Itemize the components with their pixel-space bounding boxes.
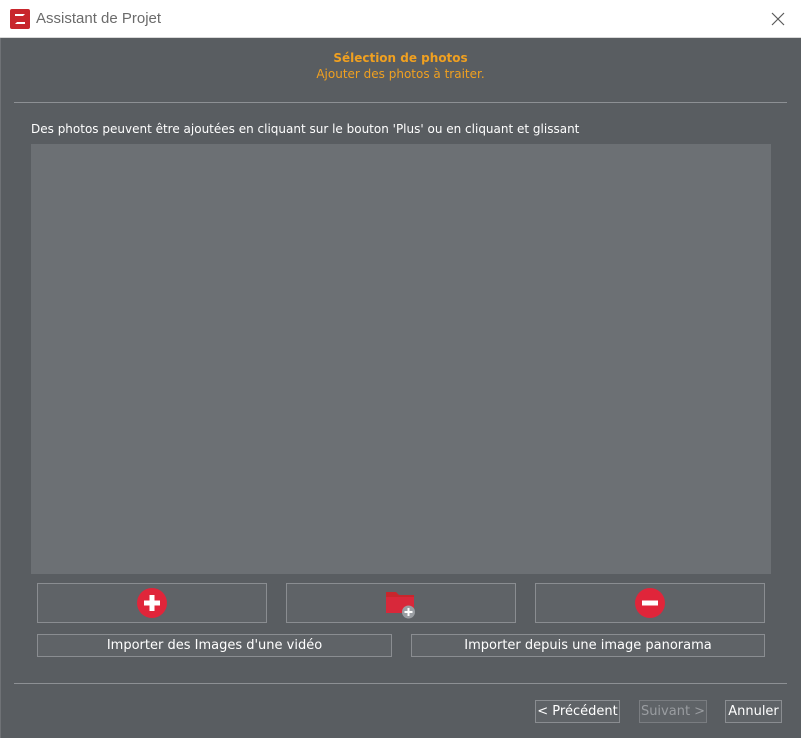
- page-subtitle: Ajouter des photos à traiter.: [316, 67, 485, 81]
- cancel-button[interactable]: Annuler: [725, 700, 782, 723]
- footer-divider: [14, 683, 787, 684]
- window-edge: [0, 38, 1, 738]
- close-button[interactable]: [755, 0, 801, 38]
- page-title: Sélection de photos: [333, 51, 468, 65]
- add-folder-button[interactable]: [286, 583, 516, 623]
- close-icon: [771, 12, 785, 26]
- add-photos-button[interactable]: [37, 583, 267, 623]
- import-video-button[interactable]: Importer des Images d'une vidéo: [37, 634, 392, 657]
- photo-drop-area[interactable]: [31, 144, 771, 574]
- import-panorama-button[interactable]: Importer depuis une image panorama: [411, 634, 765, 657]
- window-title: Assistant de Projet: [36, 10, 162, 27]
- next-button[interactable]: Suivant >: [639, 700, 707, 723]
- plus-circle-icon: [137, 588, 167, 618]
- header-divider: [14, 102, 787, 103]
- instruction-text: Des photos peuvent être ajoutées en cliq…: [31, 122, 580, 136]
- minus-circle-icon: [635, 588, 665, 618]
- folder-add-icon: [386, 592, 415, 619]
- title-bar: Assistant de Projet: [0, 0, 801, 38]
- remove-photos-button[interactable]: [535, 583, 765, 623]
- app-logo-icon: [10, 9, 30, 29]
- previous-button[interactable]: < Précédent: [535, 700, 620, 723]
